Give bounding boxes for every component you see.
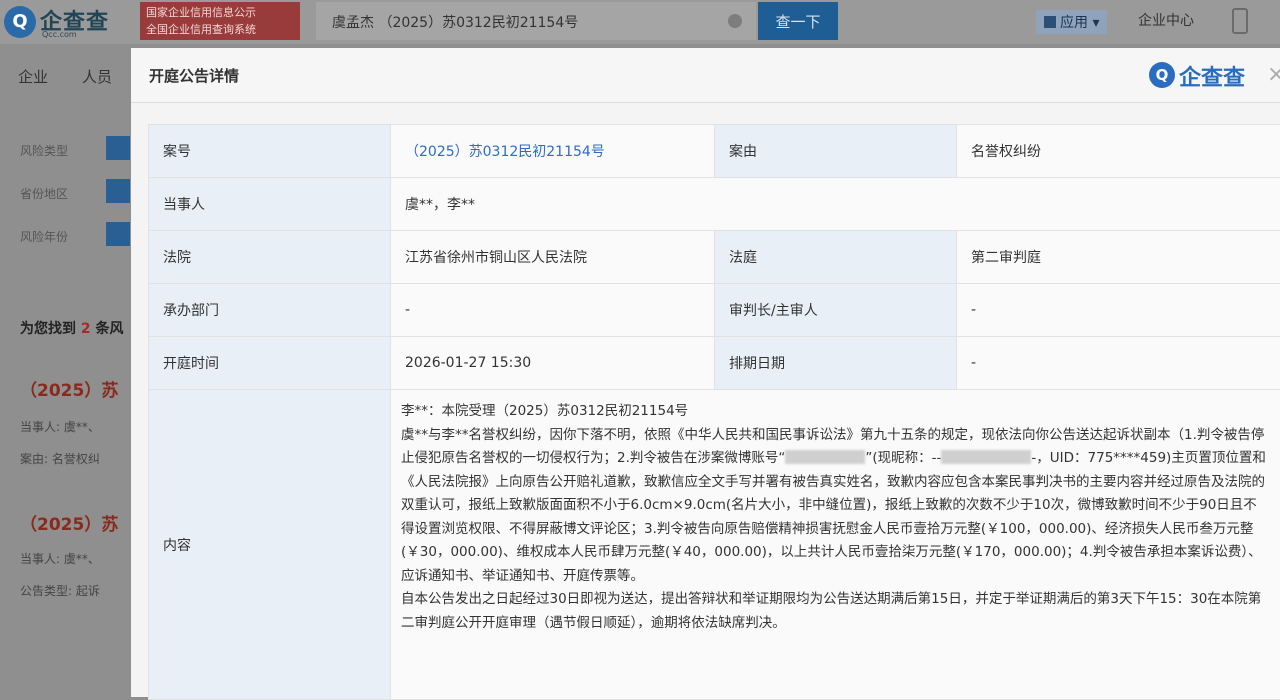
- schedule-value: -: [957, 337, 1280, 390]
- court-label: 法院: [149, 231, 391, 284]
- table-row: 当事人 虞**，李**: [149, 178, 1280, 231]
- clear-icon[interactable]: [728, 14, 742, 28]
- search-button[interactable]: 查一下: [758, 2, 838, 40]
- content-paragraph: 虞**与李**名誉权纠纷，因你下落不明，依照《中华人民共和国民事诉讼法》第九十五…: [401, 424, 1270, 589]
- brand-q-icon: Q: [1149, 62, 1175, 88]
- filter-label-region: 省份地区: [20, 185, 68, 202]
- filter-chip-risk-type[interactable]: [106, 136, 130, 160]
- hearing-notice-modal: 开庭公告详情 Q 企查查 × 案号 （2025）苏0312民初21154号 案由…: [131, 48, 1280, 697]
- mobile-icon[interactable]: [1232, 8, 1248, 34]
- parties-value: 虞**，李**: [391, 178, 1280, 231]
- table-row: 案号 （2025）苏0312民初21154号 案由 名誉权纠纷: [149, 125, 1280, 178]
- tribunal-label: 法庭: [715, 231, 957, 284]
- cause-label: 案由: [715, 125, 957, 178]
- schedule-label: 排期日期: [715, 337, 957, 390]
- content-paragraph: 李**：本院受理（2025）苏0312民初21154号: [401, 400, 1270, 424]
- close-icon[interactable]: ×: [1267, 62, 1280, 87]
- court-value: 江苏省徐州市铜山区人民法院: [391, 231, 715, 284]
- grid-icon: [1044, 16, 1056, 28]
- detail-table: 案号 （2025）苏0312民初21154号 案由 名誉权纠纷 当事人 虞**，…: [148, 124, 1280, 700]
- table-row: 开庭时间 2026-01-27 15:30 排期日期 -: [149, 337, 1280, 390]
- logo-q-icon: Q: [4, 6, 36, 38]
- slogan-banner: 国家企业信用信息公示 全国企业信用查询系统: [140, 2, 300, 40]
- redacted-text: [941, 450, 1031, 464]
- cause-value: 名誉权纠纷: [957, 125, 1280, 178]
- filter-chip-year[interactable]: [106, 222, 130, 246]
- judge-label: 审判长/主审人: [715, 284, 957, 337]
- modal-title: 开庭公告详情: [149, 65, 239, 86]
- table-row: 承办部门 - 审判长/主审人 -: [149, 284, 1280, 337]
- result-count: 为您找到 2 条风: [20, 318, 124, 338]
- case-parties: 当事人: 虞**、: [20, 550, 100, 567]
- case-cause: 案由: 名誉权纠: [20, 450, 100, 467]
- site-logo[interactable]: Q 企查查 Qcc.com: [4, 4, 132, 40]
- case-title[interactable]: （2025）苏: [20, 510, 118, 535]
- content-value: 李**：本院受理（2025）苏0312民初21154号 虞**与李**名誉权纠纷…: [391, 390, 1280, 700]
- tribunal-value: 第二审判庭: [957, 231, 1280, 284]
- case-notice-type: 公告类型: 起诉: [20, 582, 100, 599]
- table-row: 法院 江苏省徐州市铜山区人民法院 法庭 第二审判庭: [149, 231, 1280, 284]
- dept-value: -: [391, 284, 715, 337]
- filter-label-year: 风险年份: [20, 228, 68, 245]
- case-no-label: 案号: [149, 125, 391, 178]
- content-label: 内容: [149, 390, 391, 700]
- hearing-time-value: 2026-01-27 15:30: [391, 337, 715, 390]
- apps-menu[interactable]: 应用 ▾: [1036, 10, 1107, 34]
- nav-item-person[interactable]: 人员: [82, 66, 112, 87]
- modal-header: 开庭公告详情 Q 企查查 ×: [131, 48, 1280, 103]
- category-nav: 企业 人员: [0, 48, 130, 104]
- top-bar: Q 企查查 Qcc.com 国家企业信用信息公示 全国企业信用查询系统 查一下 …: [0, 0, 1280, 44]
- redacted-text: [785, 450, 865, 464]
- nav-item-company[interactable]: 企业: [18, 66, 48, 87]
- case-no-value: （2025）苏0312民初21154号: [391, 125, 715, 178]
- case-parties: 当事人: 虞**、: [20, 418, 100, 435]
- logo-sub: Qcc.com: [42, 30, 77, 39]
- case-no-link[interactable]: （2025）苏0312民初21154号: [405, 144, 605, 160]
- parties-label: 当事人: [149, 178, 391, 231]
- filter-chip-region[interactable]: [106, 179, 130, 203]
- filter-label-risk-type: 风险类型: [20, 142, 68, 159]
- hearing-time-label: 开庭时间: [149, 337, 391, 390]
- case-title[interactable]: （2025）苏: [20, 376, 118, 401]
- table-row: 内容 李**：本院受理（2025）苏0312民初21154号 虞**与李**名誉…: [149, 390, 1280, 700]
- brand-text: 企查查: [1179, 60, 1245, 92]
- slogan-line-2: 全国企业信用查询系统: [146, 21, 294, 38]
- judge-value: -: [957, 284, 1280, 337]
- search-box: [316, 2, 756, 40]
- content-paragraph: 自本公告发出之日起经过30日即视为送达，提出答辩状和举证期限均为公告送达期满后第…: [401, 588, 1270, 635]
- slogan-line-1: 国家企业信用信息公示: [146, 4, 294, 21]
- enterprise-center-link[interactable]: 企业中心: [1138, 10, 1194, 30]
- search-input[interactable]: [330, 10, 714, 34]
- dept-label: 承办部门: [149, 284, 391, 337]
- apps-label: 应用: [1060, 15, 1088, 31]
